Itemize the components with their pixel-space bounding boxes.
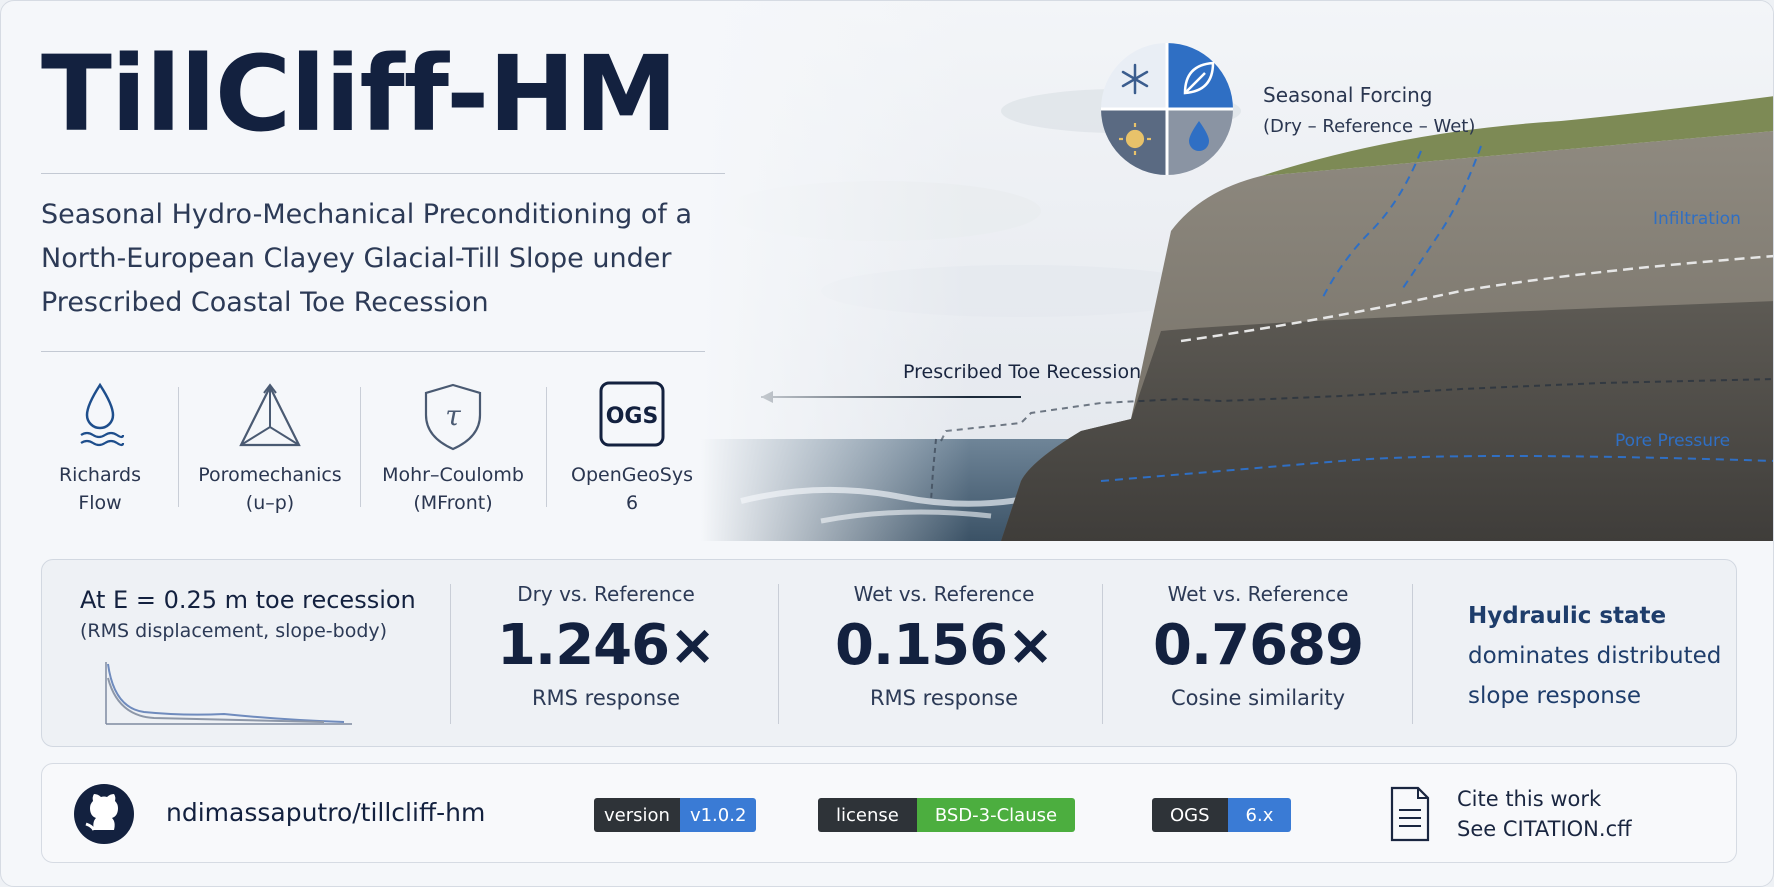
metric-dry-label: Dry vs. Reference — [517, 582, 695, 606]
takeaway-line2: dominates distributed — [1468, 643, 1722, 669]
version-badge-key: version — [594, 798, 680, 832]
feature-poromechanics-label1: Poromechanics — [198, 464, 342, 486]
version-badge[interactable]: version v1.0.2 — [594, 798, 757, 832]
seasonal-forcing-label: Seasonal Forcing (Dry – Reference – Wet) — [1263, 79, 1475, 143]
feature-mohr-coulomb: τ Mohr–Coulomb (MFront) — [368, 379, 538, 517]
document-icon[interactable] — [1388, 786, 1432, 842]
metric-wet-cosine-value: 0.7689 — [1152, 613, 1364, 678]
feature-richards-label1: Richards — [58, 464, 142, 486]
feature-opengeosys-label1: OpenGeoSys — [571, 464, 693, 486]
svg-text:τ: τ — [445, 399, 461, 432]
license-badge-value: BSD-3-Clause — [916, 798, 1076, 832]
project-subtitle: Seasonal Hydro-Mechanical Preconditionin… — [41, 199, 693, 318]
stats-panel: At E = 0.25 m toe recession (RMS displac… — [41, 559, 1737, 747]
title-divider — [41, 173, 725, 174]
feature-mohr-coulomb-label2: (MFront) — [413, 492, 493, 514]
cliff-scene — [701, 1, 1773, 541]
cite-link[interactable]: See CITATION.cff — [1457, 814, 1632, 844]
seasonal-forcing-wheel — [1101, 43, 1233, 175]
feature-opengeosys: OGS OpenGeoSys 6 — [547, 379, 717, 517]
metric-dry: Dry vs. Reference 1.246× RMS response — [456, 582, 756, 710]
seasonal-forcing-title: Seasonal Forcing — [1263, 83, 1433, 107]
takeaway-line3: slope response — [1468, 683, 1641, 709]
repo-link[interactable]: ndimassaputro/tillcliff-hm — [166, 798, 485, 827]
triangle-truss-icon — [239, 383, 301, 447]
ogs-badge-key: OGS — [1152, 798, 1228, 832]
hero-card: TillCliff-HM Seasonal Hydro-Mechanical P… — [0, 0, 1774, 887]
metric-dry-value: 1.246× — [496, 613, 716, 678]
feature-divider — [178, 387, 179, 507]
metric-wet-rms-value: 0.156× — [834, 613, 1054, 678]
metric-wet-cosine: Wet vs. Reference 0.7689 Cosine similari… — [1108, 582, 1408, 710]
toe-recession-label: Prescribed Toe Recession — [903, 361, 1142, 383]
metric-wet-cosine-label: Wet vs. Reference — [1167, 582, 1349, 606]
tau-shield-icon: τ — [424, 383, 482, 451]
ogs-badge-value: 6.x — [1227, 798, 1292, 832]
feature-richards-label2: Flow — [78, 492, 122, 514]
water-drop-icon — [80, 382, 125, 447]
feature-divider — [360, 387, 361, 507]
svg-text:OGS: OGS — [606, 404, 659, 429]
stats-takeaway: Hydraulic state dominates distributed sl… — [1468, 596, 1721, 716]
feature-opengeosys-label2: 6 — [625, 492, 639, 514]
version-badge-value: v1.0.2 — [679, 798, 757, 832]
cite-block[interactable]: Cite this work See CITATION.cff — [1457, 784, 1632, 844]
stats-subheading: (RMS displacement, slope-body) — [80, 620, 388, 642]
takeaway-line1: Hydraulic state — [1468, 603, 1667, 629]
feature-poromechanics-label2: (u–p) — [245, 492, 295, 514]
metric-wet-rms: Wet vs. Reference 0.156× RMS response — [794, 582, 1094, 710]
stats-divider — [450, 584, 451, 724]
stats-divider — [778, 584, 779, 724]
cite-title: Cite this work — [1457, 787, 1602, 811]
license-badge-key: license — [818, 798, 917, 832]
feature-poromechanics: Poromechanics (u–p) — [185, 379, 355, 517]
pore-pressure-label: Pore Pressure — [1615, 431, 1731, 451]
github-icon[interactable] — [72, 782, 136, 846]
project-title: TillCliff-HM — [41, 33, 678, 155]
stats-divider — [1102, 584, 1103, 724]
footer-bar: ndimassaputro/tillcliff-hm version v1.0.… — [41, 763, 1737, 863]
metric-dry-caption: RMS response — [531, 686, 681, 710]
ogs-badge[interactable]: OGS 6.x — [1152, 798, 1292, 832]
feature-mohr-coulomb-label1: Mohr–Coulomb — [382, 464, 524, 486]
metric-wet-rms-label: Wet vs. Reference — [853, 582, 1035, 606]
seasonal-forcing-subtitle: (Dry – Reference – Wet) — [1263, 116, 1476, 137]
displacement-sparkline-icon — [105, 662, 352, 725]
stats-divider — [1412, 584, 1413, 724]
feature-richards: Richards Flow — [15, 379, 185, 517]
subtitle-divider — [41, 351, 705, 352]
ogs-logo-icon: OGS — [599, 381, 665, 447]
metric-wet-rms-caption: RMS response — [869, 686, 1019, 710]
license-badge[interactable]: license BSD-3-Clause — [818, 798, 1076, 832]
infiltration-label: Infiltration — [1653, 209, 1741, 229]
metric-wet-cosine-caption: Cosine similarity — [1170, 686, 1346, 710]
stats-heading: At E = 0.25 m toe recession — [80, 586, 416, 614]
